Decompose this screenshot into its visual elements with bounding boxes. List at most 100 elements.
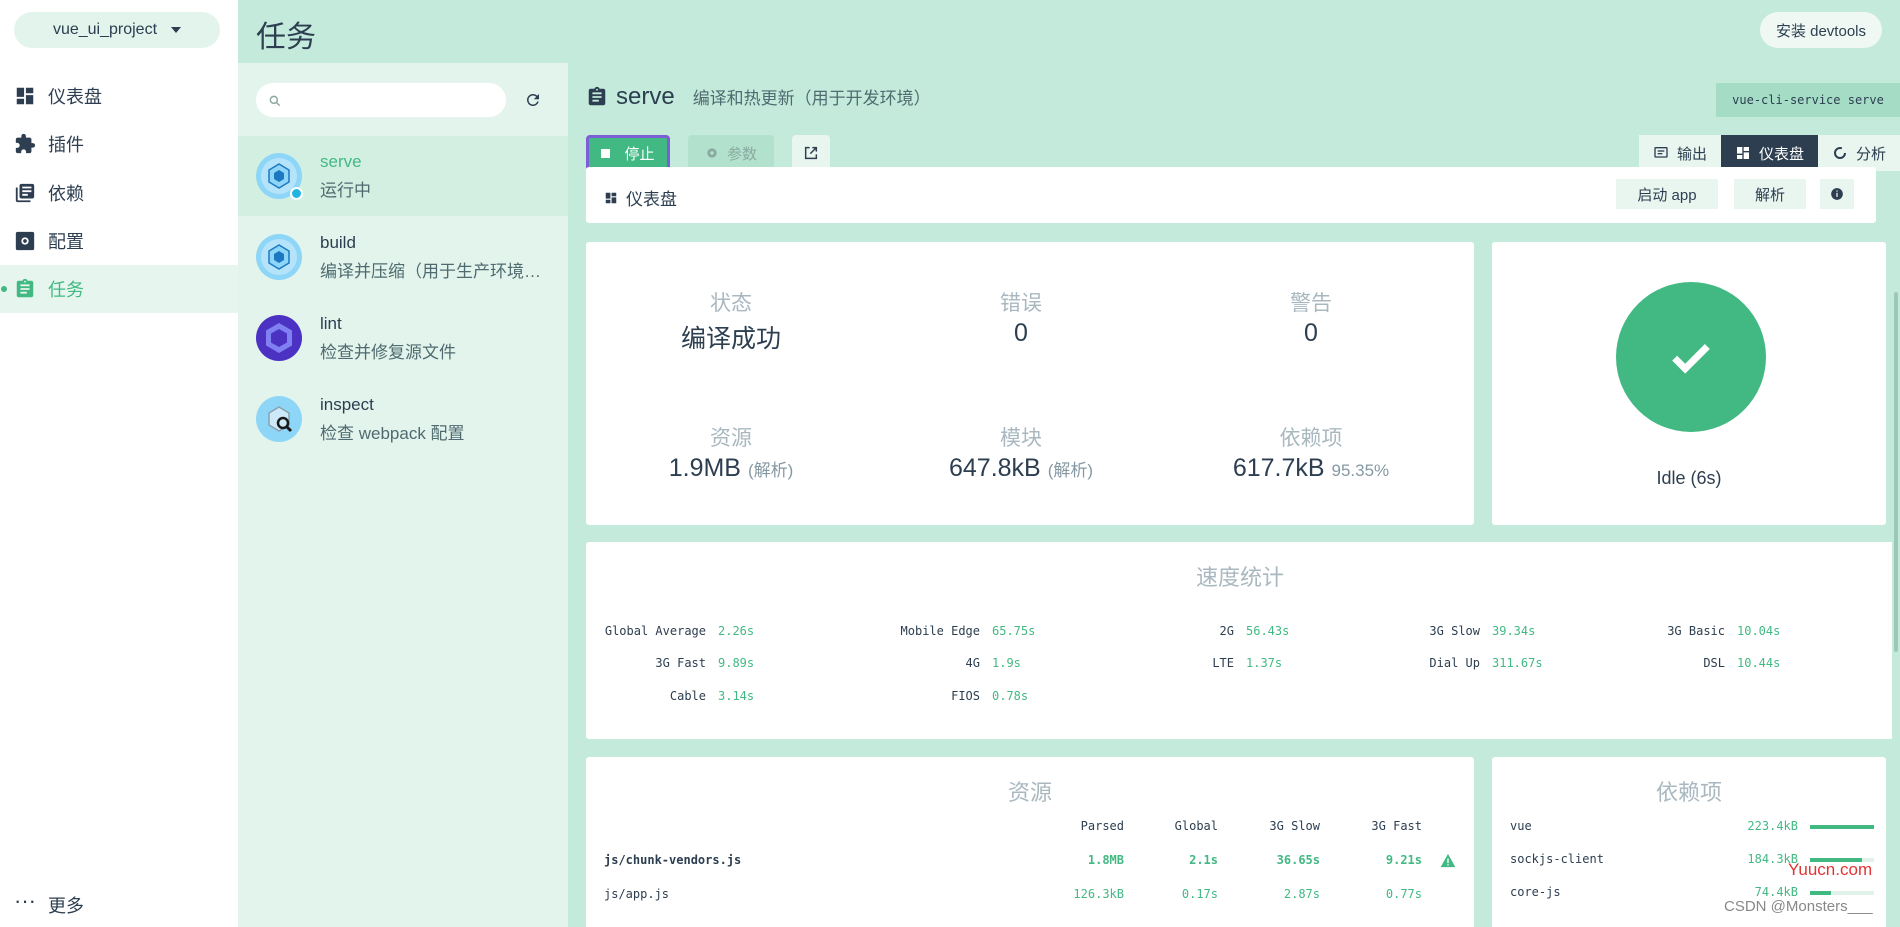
speed-stat: Global Average 2.26s [586, 624, 754, 638]
speed-stat: 2G 56.43s [1114, 624, 1290, 638]
speed-value: 9.89s [718, 656, 755, 670]
asset-global: 0.17s [1181, 887, 1218, 901]
nav-item-configuration[interactable]: 配置 [0, 217, 238, 265]
gear-icon [707, 148, 717, 158]
asset-name: js/chunk-vendors.js [604, 853, 742, 867]
task-item-inspect[interactable]: inspect 检查 webpack 配置 [238, 379, 568, 459]
speed-label: 3G Slow [1429, 624, 1480, 638]
more-button[interactable]: ··· 更多 [14, 890, 84, 918]
task-description: 运行中 [320, 180, 371, 200]
stat-note: 95.35% [1331, 461, 1390, 480]
card-title: 依赖项 [1655, 780, 1722, 805]
top-bar: 任务 安装 devtools [238, 0, 1900, 63]
info-icon [1831, 188, 1843, 200]
open-app-button[interactable]: 启动 app [1616, 179, 1718, 209]
speed-label: LTE [1212, 656, 1234, 670]
info-button[interactable] [1820, 179, 1854, 209]
stat-warnings: 警告 0 [1166, 287, 1456, 348]
nav-item-label: 插件 [48, 135, 84, 155]
speed-label: Cable [669, 689, 706, 703]
speed-value: 39.34s [1492, 624, 1536, 638]
tab-label: 输出 [1676, 145, 1707, 163]
task-item-serve[interactable]: serve 运行中 [238, 136, 568, 216]
task-subtitle: 编译和热更新（用于开发环境） [692, 89, 931, 108]
stat-label: 状态 [710, 292, 752, 315]
view-tabs: 输出 仪表盘 分析 [1638, 135, 1900, 171]
stat-errors: 错误 0 [876, 287, 1166, 348]
asset-global: 2.1s [1189, 853, 1218, 867]
stat-value: 647.8kB [948, 454, 1041, 482]
tab-output[interactable]: 输出 [1638, 135, 1721, 171]
caret-down-icon [171, 27, 182, 33]
settings-icon [15, 231, 35, 251]
task-name: build [320, 232, 356, 252]
stat-assets: 资源 1.9MB (解析) [586, 422, 876, 483]
speed-label: DSL [1703, 656, 1725, 670]
column-header-global: Global [1174, 819, 1218, 833]
stop-button[interactable]: 停止 [586, 135, 670, 171]
active-indicator [1, 286, 7, 292]
open-in-new-icon [804, 146, 818, 160]
task-description: 检查 webpack 配置 [320, 423, 465, 443]
stat-modules: 模块 647.8kB (解析) [876, 422, 1166, 483]
speed-label: 4G [965, 656, 980, 670]
stat-label: 资源 [710, 427, 752, 450]
task-name: inspect [320, 394, 374, 414]
speed-value: 1.37s [1246, 656, 1283, 670]
stat-label: 错误 [1000, 292, 1042, 315]
parse-select[interactable]: 解析 [1734, 179, 1806, 209]
search-icon [269, 95, 281, 107]
speed-value: 2.26s [718, 624, 755, 638]
dashboard-icon [16, 87, 34, 105]
nav-item-dependencies[interactable]: 依赖 [0, 169, 238, 217]
running-status-dot [290, 187, 303, 200]
speed-label: FIOS [951, 689, 980, 703]
speed-stat: Dial Up 311.67s [1360, 656, 1542, 670]
nav-item-dashboard[interactable]: 仪表盘 [0, 72, 238, 120]
speed-value: 56.43s [1246, 624, 1290, 638]
column-header-3g-slow: 3G Slow [1269, 819, 1320, 833]
install-devtools-button[interactable]: 安装 devtools [1759, 12, 1882, 48]
speed-label: Dial Up [1429, 656, 1480, 670]
parameters-button[interactable]: 参数 [688, 135, 774, 171]
stat-label: 警告 [1290, 292, 1332, 315]
stop-icon [601, 148, 611, 158]
task-description: 编译并压缩（用于生产环境… [320, 261, 541, 281]
speed-label: 3G Fast [655, 656, 706, 670]
nav-item-label: 依赖 [48, 184, 84, 204]
project-selector[interactable]: vue_ui_project [14, 12, 220, 48]
tab-analyzer[interactable]: 分析 [1817, 135, 1900, 171]
task-item-build[interactable]: build 编译并压缩（用于生产环境… [238, 217, 568, 297]
scrollbar[interactable] [1892, 228, 1900, 927]
stop-label: 停止 [624, 145, 655, 163]
speed-label: 2G [1219, 624, 1234, 638]
dependency-bar-fill [1810, 891, 1832, 895]
dashboard-icon [1736, 147, 1749, 159]
tab-dashboard[interactable]: 仪表盘 [1720, 135, 1818, 171]
checkmark-icon [1672, 344, 1710, 374]
donut-chart-icon [1833, 147, 1846, 159]
clipboard-icon [588, 86, 606, 106]
refresh-icon[interactable] [524, 91, 542, 109]
task-description: 检查并修复源文件 [320, 342, 456, 362]
status-text: Idle (6s) [1656, 468, 1722, 488]
dashboard-icon [605, 192, 617, 203]
eslint-icon [256, 315, 302, 361]
watermark-csdn: CSDN @Monsters___ [1724, 898, 1873, 915]
task-item-lint[interactable]: lint 检查并修复源文件 [238, 298, 568, 378]
task-search-input[interactable] [256, 83, 506, 117]
speed-stat: 3G Slow 39.34s [1360, 624, 1535, 638]
speed-label: Global Average [604, 624, 706, 638]
dependency-name: sockjs-client [1510, 852, 1604, 866]
success-indicator [1616, 282, 1766, 432]
list-item: core-js 74.4kB [1510, 885, 1874, 899]
card-title: 速度统计 [1195, 565, 1284, 590]
dependency-size: 223.4kB [1747, 819, 1798, 833]
scrollbar-thumb[interactable] [1894, 292, 1898, 652]
build-status-card: Idle (6s) [1492, 242, 1886, 525]
nav-item-tasks[interactable]: 任务 [0, 265, 238, 313]
nav-item-plugins[interactable]: 插件 [0, 120, 238, 168]
speed-label: 3G Basic [1667, 624, 1725, 638]
stat-status: 状态 编译成功 [586, 287, 876, 355]
open-in-new-button[interactable] [792, 135, 830, 171]
